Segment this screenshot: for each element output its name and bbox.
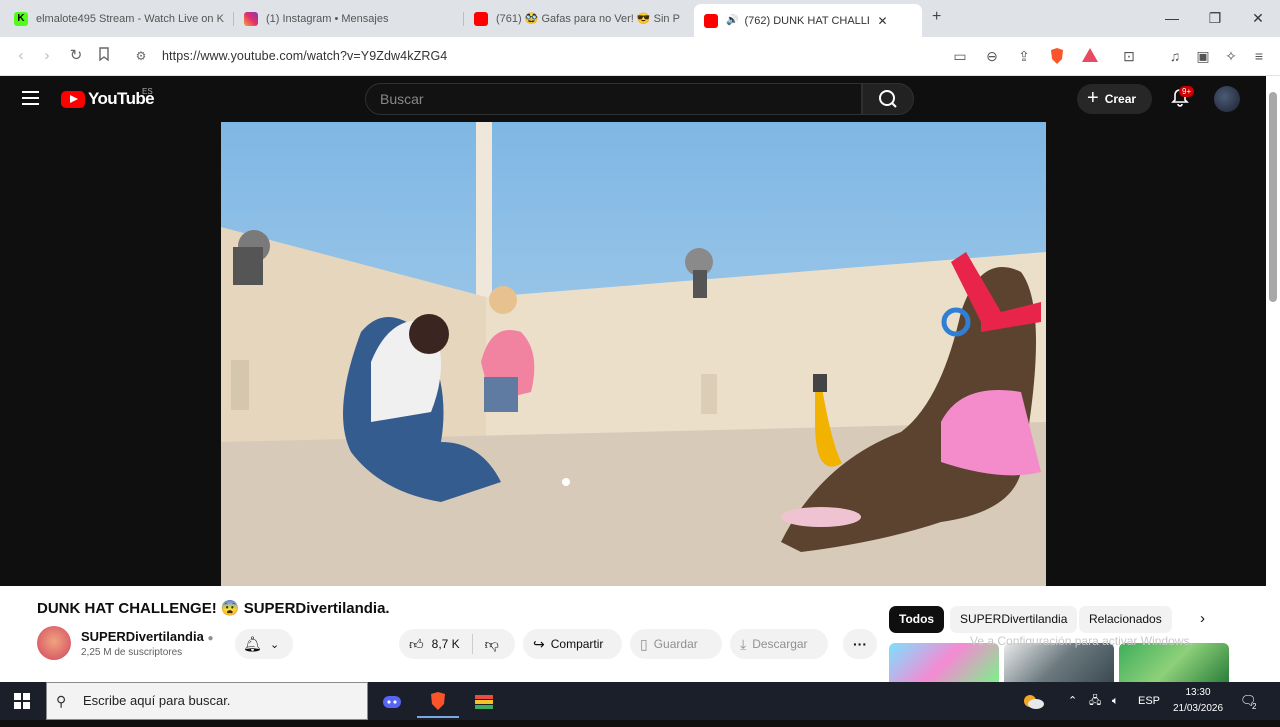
recommendation-thumbnail[interactable] [889,643,999,682]
download-icon: ⤓ [740,635,747,652]
video-title: DUNK HAT CHALLENGE! 😨 SUPERDivertilandia… [37,600,390,617]
search-input[interactable]: Buscar [365,83,862,115]
address-bar: ‹ › ↻ ⚙ https://www.youtube.com/watch?v=… [0,37,1280,76]
like-dislike-group: 👍︎ 8,7 K 👎︎ [399,629,515,659]
close-window-icon[interactable]: ✕ [1248,8,1268,28]
youtube-logo[interactable]: YouTube [61,89,155,109]
youtube-play-icon [61,90,85,108]
thumbs-up-icon: 👍︎ [409,635,424,652]
share-button[interactable]: ↪ Compartir [523,629,622,659]
new-tab-button[interactable]: + [932,8,941,26]
leo-ai-icon[interactable]: ✧ [1222,47,1240,65]
subscription-bell-button[interactable]: 🔔︎ ⌄ [235,629,293,659]
share-arrow-icon: ↪ [533,635,545,652]
chip-todos[interactable]: Todos [889,606,945,633]
url-field[interactable]: https://www.youtube.com/watch?v=Y9Zdw4kZ… [162,49,447,63]
layered-app-icon[interactable] [463,686,505,718]
youtube-icon [474,11,488,26]
volume-icon[interactable]: 🔈︎ [1112,682,1119,720]
channel-name[interactable]: SUPERDivertilandia ● [81,629,214,644]
hamburger-menu-icon[interactable] [22,91,39,109]
language-indicator[interactable]: ESP [1138,682,1160,720]
chip-relacionados[interactable]: Relacionados [1079,606,1172,633]
bookmark-icon[interactable] [95,47,113,65]
reload-icon[interactable]: ↻ [67,47,85,65]
plus-icon: + [1087,86,1099,109]
site-settings-icon[interactable]: ⚙ [132,47,150,65]
chevron-down-icon: ⌄ [270,638,280,651]
speaker-icon: 🔊 [726,15,739,26]
tab-title: elmalote495 Stream - Watch Live on K [36,12,224,25]
instagram-icon [244,11,258,26]
verified-icon: ● [207,633,214,644]
restore-icon[interactable]: ❐ [1205,8,1225,28]
chevron-right-icon[interactable]: › [1200,610,1205,627]
save-playlist-icon: ▯ [640,635,648,652]
brave-app-icon[interactable] [417,686,459,718]
page-scrollbar[interactable] [1266,76,1280,682]
bell-icon: 🔔︎ [243,636,263,653]
system-clock[interactable]: 13:30 21/03/2026 [1168,685,1228,717]
notifications-badge: 9+ [1179,86,1195,97]
save-button[interactable]: ▯ Guardar [630,629,722,659]
video-frame [221,227,1046,586]
forward-icon[interactable]: › [38,47,56,65]
tab-title: (762) DUNK HAT CHALLENGE! [744,14,869,27]
browser-tab-bar: K elmalote495 Stream - Watch Live on K (… [0,0,1280,37]
video-info-section: DUNK HAT CHALLENGE! 😨 SUPERDivertilandia… [0,586,1266,682]
network-icon[interactable]: 🖧︎ [1089,682,1101,720]
tab-youtube-dunk-hat[interactable]: 🔊 (762) DUNK HAT CHALLENGE! ✕ [694,4,922,37]
dislike-button[interactable]: 👎︎ [485,636,499,653]
youtube-header: YouTube ES Buscar + Crear 9+ [0,76,1266,122]
screenshot-icon[interactable]: ⊡ [1120,47,1138,65]
scrollbar-thumb[interactable] [1269,92,1277,302]
close-tab-icon[interactable]: ✕ [877,14,887,28]
windows-taskbar: Escribe aquí para buscar. ⚲ ⌃ 🖧︎ 🔈︎ ESP … [0,682,1280,720]
channel-avatar[interactable] [37,626,71,660]
subscriber-count: 2,25 M de suscriptores [81,647,183,658]
chip-superdivertilandia[interactable]: SUPERDivertilandia [950,606,1078,633]
notification-center-icon[interactable]: 🗨︎ 2 [1240,682,1257,720]
search-icon [879,90,897,108]
download-button[interactable]: ⤓ Descargar [730,629,828,659]
weather-icon[interactable] [1021,682,1045,720]
brave-rewards-icon[interactable] [1081,47,1099,65]
tab-title: (1) Instagram • Mensajes [266,12,389,25]
tab-kick[interactable]: K elmalote495 Stream - Watch Live on K [4,4,232,33]
search-icon: ⚲ [56,693,67,709]
brave-shield-icon[interactable] [1048,47,1066,65]
region-code: ES [142,87,153,96]
windows-activation-watermark: Ve a Configuración para activar Windows. [970,634,1193,648]
search-button[interactable] [862,83,914,115]
more-horizontal-icon: ··· [853,636,867,652]
youtube-icon [704,13,718,28]
share-icon[interactable]: ⇪ [1015,47,1033,65]
recommendation-thumbnail[interactable] [1004,643,1114,682]
like-count: 8,7 K [431,637,460,651]
tray-chevron-up-icon[interactable]: ⌃ [1068,682,1077,720]
tab-youtube-gafas[interactable]: (761) 🥸 Gafas para no Ver! 😎 Sin P [464,4,692,33]
windows-start-icon[interactable] [14,693,30,709]
music-icon[interactable]: ♫ [1166,47,1184,65]
tab-instagram[interactable]: (1) Instagram • Mensajes [234,4,462,33]
taskbar-search-input[interactable]: Escribe aquí para buscar. [46,682,368,720]
menu-icon[interactable]: ≡ [1250,47,1268,65]
wallet-icon[interactable]: ▣ [1194,47,1212,65]
account-avatar[interactable] [1214,86,1240,112]
cast-icon[interactable]: ▭ [951,47,969,65]
discord-app-icon[interactable] [371,686,413,718]
kick-icon: K [14,11,28,26]
thumbs-down-icon: 👎︎ [484,635,499,652]
more-actions-button[interactable]: ··· [843,629,877,659]
zoom-icon[interactable]: ⊖ [983,47,1001,65]
like-button[interactable]: 👍︎ 8,7 K [409,636,460,653]
recommendation-thumbnail[interactable] [1119,643,1229,682]
video-player[interactable] [221,122,1046,586]
minimize-icon[interactable]: — [1162,8,1182,28]
create-button[interactable]: + Crear [1077,84,1152,114]
tab-title: (761) 🥸 Gafas para no Ver! 😎 Sin P [496,13,680,25]
back-icon[interactable]: ‹ [12,47,30,65]
